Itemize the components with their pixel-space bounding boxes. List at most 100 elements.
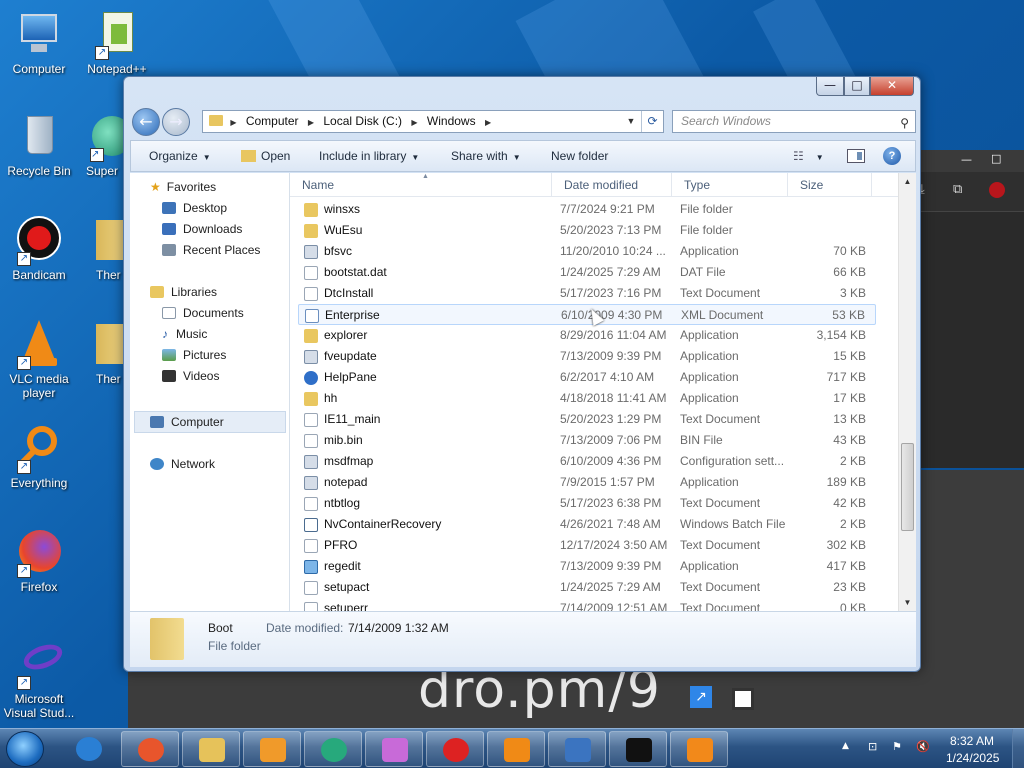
show-hidden-icons-icon[interactable]: ▲ xyxy=(842,741,849,751)
file-row[interactable]: msdfmap 6/10/2009 4:36 PM Configuration se… xyxy=(298,451,876,472)
desktop-icon-firefox[interactable]: ↗ Firefox xyxy=(0,528,78,594)
desktop-icon-vlc[interactable]: ↗ VLC media player xyxy=(0,320,78,400)
nav-libraries[interactable]: Libraries xyxy=(150,282,217,302)
desktop-icon-folder-2[interactable]: Ther xyxy=(78,320,126,386)
qr-code-icon[interactable] xyxy=(732,688,754,710)
search-input[interactable]: Search Windows ⚲ xyxy=(672,110,916,133)
column-header-date[interactable]: Date modified xyxy=(552,173,672,197)
desktop-icon-notepadpp[interactable]: ↗ Notepad++ xyxy=(78,10,156,76)
preview-pane-icon[interactable] xyxy=(847,149,865,163)
file-row[interactable]: fveupdate 7/13/2009 9:39 PM Application 15 … xyxy=(298,346,876,367)
forward-button[interactable]: → xyxy=(162,108,190,136)
taskbar-button-remote-desktop[interactable] xyxy=(548,731,606,767)
start-button[interactable] xyxy=(6,731,44,767)
include-in-library-button[interactable]: Include in library ▼ xyxy=(319,141,419,171)
chevron-down-icon[interactable]: ▼ xyxy=(623,111,639,132)
breadcrumb-separator-icon[interactable]: ▶ xyxy=(308,118,314,127)
address-bar[interactable]: ▶ Computer ▶ Local Disk (C:) ▶ Windows ▶… xyxy=(202,110,664,133)
taskbar-button-vlc[interactable] xyxy=(487,731,545,767)
file-row[interactable]: IE11_main 5/20/2023 1:29 PM Text Document 1… xyxy=(298,409,876,430)
column-header-size[interactable]: Size xyxy=(788,173,872,197)
vertical-scrollbar[interactable]: ▲ ▼ xyxy=(898,173,916,611)
taskbar-button-record[interactable] xyxy=(426,731,484,767)
taskbar-button-firefox[interactable] xyxy=(121,731,179,767)
taskbar-button-chat[interactable] xyxy=(304,731,362,767)
external-link-icon[interactable]: ↗ xyxy=(690,686,712,708)
clock-date[interactable]: 1/24/2025 xyxy=(946,751,999,765)
breadcrumb-separator-icon[interactable]: ▶ xyxy=(411,118,417,127)
nav-documents[interactable]: Documents xyxy=(162,303,244,323)
column-header-type[interactable]: Type xyxy=(672,173,788,197)
desktop-icon-super[interactable]: ↗ Super xyxy=(78,112,126,178)
share-with-button[interactable]: Share with ▼ xyxy=(451,141,521,171)
action-center-flag-icon[interactable]: ⚑ xyxy=(892,740,906,754)
desktop-icon-recycle-bin[interactable]: Recycle Bin xyxy=(0,112,78,178)
volume-muted-icon[interactable]: 🔇 xyxy=(916,740,930,754)
breadcrumb-separator-icon[interactable]: ▶ xyxy=(485,118,491,127)
nav-favorites[interactable]: ★ Favorites xyxy=(150,177,216,197)
background-app-window[interactable]: — □ ⤓ ⧉ xyxy=(915,150,1024,468)
nav-network[interactable]: Network xyxy=(150,454,215,474)
close-button[interactable]: ✕ xyxy=(870,77,914,96)
new-folder-button[interactable]: New folder xyxy=(551,141,608,171)
file-row[interactable]: NvContainerRecovery 4/26/2021 7:48 AM Wind… xyxy=(298,514,876,535)
nav-recent-places[interactable]: Recent Places xyxy=(162,240,260,260)
clock-time[interactable]: 8:32 AM xyxy=(950,734,994,748)
file-row[interactable]: DtcInstall 5/17/2023 7:16 PM Text Document… xyxy=(298,283,876,304)
scrollbar-thumb[interactable] xyxy=(901,443,914,531)
search-icon[interactable]: ⚲ xyxy=(900,113,909,134)
desktop-icon-computer[interactable]: Computer xyxy=(0,10,78,76)
minimize-icon[interactable]: — xyxy=(961,153,972,166)
file-row[interactable]: setupact 1/24/2025 7:29 AM Text Document 23… xyxy=(298,577,876,598)
explorer-window[interactable]: — □ ✕ ← → ▶ Computer ▶ Local Disk (C:) ▶… xyxy=(123,76,921,672)
desktop-icon-visual-studio[interactable]: ↗ Microsoft Visual Stud... xyxy=(0,639,78,720)
breadcrumb-windows[interactable]: Windows xyxy=(427,114,476,128)
network-tray-icon[interactable]: ⊡ xyxy=(868,740,882,754)
column-header-name[interactable]: Name ▲ xyxy=(290,173,552,197)
nav-pictures[interactable]: Pictures xyxy=(162,345,226,365)
change-view-button[interactable]: ☷ ▼ xyxy=(793,141,824,171)
file-row[interactable]: explorer 8/29/2016 11:04 AM Application 3,1… xyxy=(298,325,876,346)
desktop-icon-bandicam[interactable]: ↗ Bandicam xyxy=(0,216,78,282)
taskbar-button-video[interactable] xyxy=(243,731,301,767)
breadcrumb-local-disk[interactable]: Local Disk (C:) xyxy=(323,114,402,128)
file-row[interactable]: bfsvc 11/20/2010 10:24 ... Application 70 K… xyxy=(298,241,876,262)
file-row[interactable]: PFRO 12/17/2024 3:50 AM Text Document 302 K… xyxy=(298,535,876,556)
ublock-icon[interactable] xyxy=(989,182,1005,198)
file-row[interactable]: notepad 7/9/2015 1:57 PM Application 189 KB xyxy=(298,472,876,493)
desktop-icon-folder[interactable]: Ther xyxy=(78,216,126,282)
file-row[interactable]: HelpPane 6/2/2017 4:10 AM Application 717 K… xyxy=(298,367,876,388)
taskbar-button-paint[interactable] xyxy=(365,731,423,767)
nav-downloads[interactable]: Downloads xyxy=(162,219,242,239)
scroll-down-icon[interactable]: ▼ xyxy=(899,594,916,611)
nav-videos[interactable]: Videos xyxy=(162,366,219,386)
nav-desktop[interactable]: Desktop xyxy=(162,198,227,218)
back-button[interactable]: ← xyxy=(132,108,160,136)
organize-button[interactable]: Organize ▼ xyxy=(149,141,211,171)
file-row[interactable]: regedit 7/13/2009 9:39 PM Application 417 K… xyxy=(298,556,876,577)
refresh-icon[interactable]: ⟳ xyxy=(641,111,663,132)
taskbar-button-explorer[interactable] xyxy=(182,731,240,767)
maximize-button[interactable]: □ xyxy=(844,77,870,96)
open-button[interactable]: Open xyxy=(241,141,290,171)
help-icon[interactable]: ? xyxy=(883,147,901,165)
file-row[interactable]: winsxs 7/7/2024 9:21 PM File folder xyxy=(298,199,876,220)
taskbar-button-ie[interactable] xyxy=(60,731,118,767)
file-row[interactable]: WuEsu 5/20/2023 7:13 PM File folder xyxy=(298,220,876,241)
taskbar-button-cmd[interactable] xyxy=(609,731,667,767)
nav-music[interactable]: ♪ Music xyxy=(162,324,207,344)
window-titlebar[interactable]: — □ ✕ xyxy=(124,77,920,103)
desktop-icon-everything[interactable]: ↗ Everything xyxy=(0,424,78,490)
breadcrumb-separator-icon[interactable]: ▶ xyxy=(230,118,236,127)
minimize-button[interactable]: — xyxy=(816,77,844,96)
file-row[interactable]: mib.bin 7/13/2009 7:06 PM BIN File 43 KB xyxy=(298,430,876,451)
maximize-icon[interactable]: □ xyxy=(991,152,1001,165)
taskbar-button-blender[interactable] xyxy=(670,731,728,767)
file-row[interactable]: bootstat.dat 1/24/2025 7:29 AM DAT File 66 … xyxy=(298,262,876,283)
nav-computer[interactable]: Computer xyxy=(150,412,224,432)
file-row[interactable]: hh 4/18/2018 11:41 AM Application 17 KB xyxy=(298,388,876,409)
show-desktop-button[interactable] xyxy=(1012,729,1024,768)
scroll-up-icon[interactable]: ▲ xyxy=(899,173,916,190)
extension-icon[interactable]: ⧉ xyxy=(953,182,962,197)
breadcrumb-computer[interactable]: Computer xyxy=(246,114,299,128)
